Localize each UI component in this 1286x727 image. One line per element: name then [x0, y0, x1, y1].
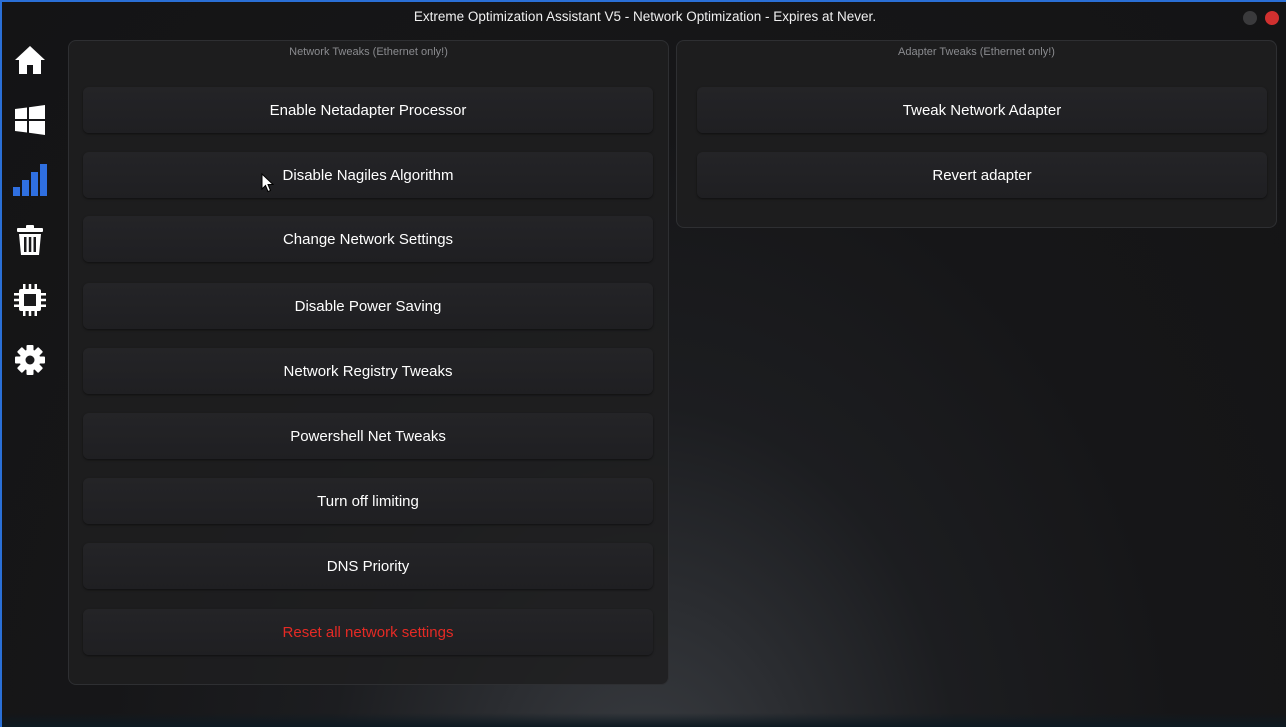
disable-nagle-algorithm-button[interactable]: Disable Nagiles Algorithm [83, 152, 653, 198]
sidebar-item-windows[interactable] [10, 100, 50, 140]
enable-netadapter-processor-button[interactable]: Enable Netadapter Processor [83, 87, 653, 133]
sidebar [2, 32, 58, 727]
home-icon [15, 46, 45, 74]
gear-icon [15, 345, 45, 375]
dns-priority-button[interactable]: DNS Priority [83, 543, 653, 589]
sidebar-item-settings[interactable] [10, 340, 50, 380]
app-window: Extreme Optimization Assistant V5 - Netw… [0, 0, 1286, 727]
adapter-tweaks-panel: Adapter Tweaks (Ethernet only!) Tweak Ne… [676, 40, 1277, 228]
adapter-panel-title: Adapter Tweaks (Ethernet only!) [898, 46, 1055, 58]
network-panel-title: Network Tweaks (Ethernet only!) [289, 46, 448, 58]
tweak-network-adapter-button[interactable]: Tweak Network Adapter [697, 87, 1267, 133]
cpu-chip-icon [14, 284, 46, 316]
sidebar-item-cleanup[interactable] [10, 220, 50, 260]
sidebar-item-hardware[interactable] [10, 280, 50, 320]
title-bar[interactable]: Extreme Optimization Assistant V5 - Netw… [2, 2, 1286, 32]
close-button[interactable] [1265, 11, 1279, 25]
mouse-cursor-icon [261, 173, 275, 193]
disable-power-saving-button[interactable]: Disable Power Saving [83, 283, 653, 329]
sidebar-item-network[interactable] [10, 160, 50, 200]
sidebar-item-home[interactable] [10, 40, 50, 80]
change-network-settings-button[interactable]: Change Network Settings [83, 216, 653, 262]
minimize-button[interactable] [1243, 11, 1257, 25]
turn-off-limiting-button[interactable]: Turn off limiting [83, 478, 653, 524]
window-title: Extreme Optimization Assistant V5 - Netw… [413, 9, 877, 24]
revert-adapter-button[interactable]: Revert adapter [697, 152, 1267, 198]
network-registry-tweaks-button[interactable]: Network Registry Tweaks [83, 348, 653, 394]
signal-bars-icon [13, 164, 47, 196]
bottom-edge-glow [2, 713, 1286, 727]
powershell-net-tweaks-button[interactable]: Powershell Net Tweaks [83, 413, 653, 459]
network-tweaks-panel: Network Tweaks (Ethernet only!) Enable N… [68, 40, 669, 685]
windows-icon [15, 105, 45, 135]
reset-network-settings-button[interactable]: Reset all network settings [83, 609, 653, 655]
trash-icon [17, 225, 43, 255]
